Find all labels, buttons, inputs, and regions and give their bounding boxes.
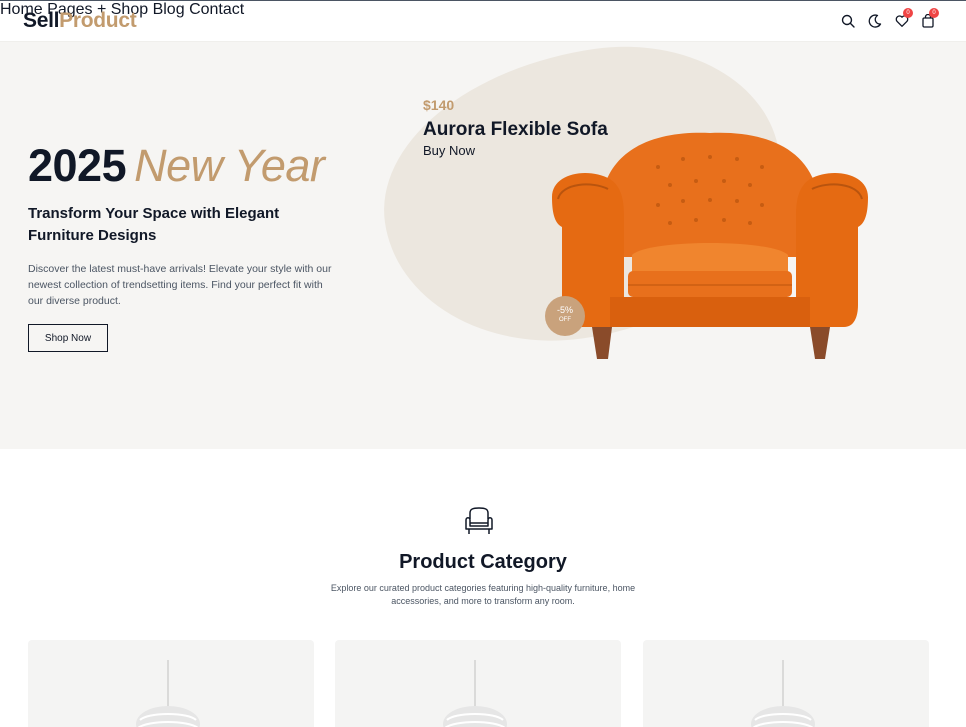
buy-now-link[interactable]: Buy Now [423, 143, 475, 158]
pendant-lamp-image [443, 660, 507, 727]
armchair-icon [465, 507, 493, 534]
hero-subtitle: Transform Your Space with Elegant Furnit… [28, 205, 280, 244]
search-icon[interactable] [840, 11, 858, 31]
wishlist-count-badge: 0 [903, 8, 913, 18]
category-card[interactable] [335, 640, 621, 727]
discount-badge: -5% OFF [545, 296, 585, 336]
featured-product-price: $140 [423, 97, 455, 113]
heart-icon[interactable]: 0 [894, 8, 913, 31]
hero-description: Discover the latest must-have arrivals! … [28, 263, 332, 307]
site-header: SellProduct Home Pages + Shop Blog Conta… [0, 1, 966, 42]
pendant-lamp-image [136, 660, 200, 727]
cart-icon[interactable]: 0 [920, 8, 939, 31]
cart-count-badge: 0 [929, 8, 939, 18]
category-card[interactable] [643, 640, 929, 727]
discount-value: -5% [556, 305, 573, 315]
product-category-description: Explore our curated product categories f… [330, 583, 636, 606]
moon-icon[interactable] [867, 11, 885, 31]
hero-title-year: 2025 [28, 140, 127, 191]
header-actions: 0 0 [0, 8, 966, 35]
discount-label: OFF [559, 317, 571, 323]
shop-now-button[interactable]: Shop Now [28, 324, 108, 352]
category-card[interactable] [28, 640, 314, 727]
hero-title: 2025 New Year [28, 140, 325, 192]
hero-title-accent: New Year [134, 140, 325, 191]
hero-banner: 2025 New Year Transform Your Space with E… [0, 42, 966, 449]
product-category-title: Product Category [399, 551, 567, 573]
pendant-lamp-image [751, 660, 815, 727]
armchair-product-image[interactable] [548, 127, 872, 367]
